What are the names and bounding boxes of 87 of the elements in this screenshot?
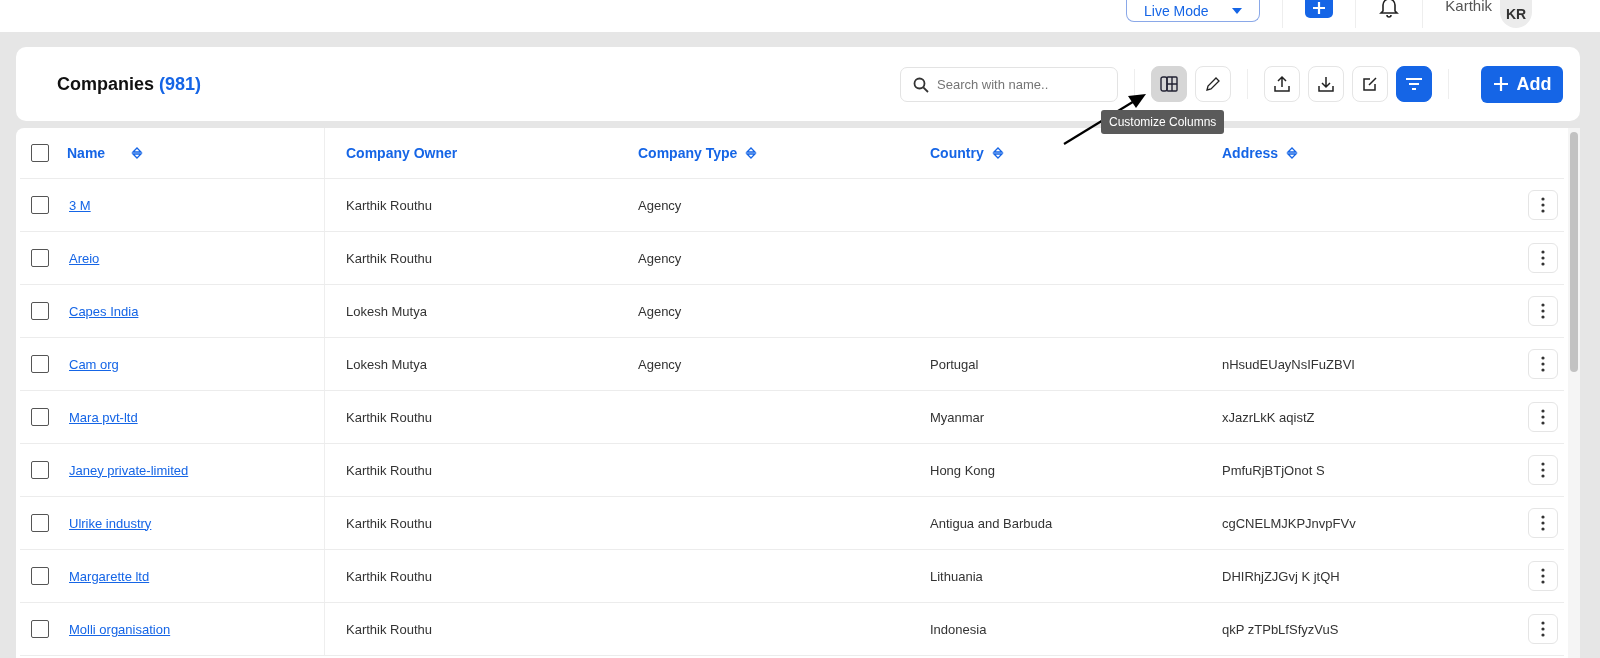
more-icon xyxy=(1541,197,1545,213)
table-cell: DHIRhjZJGvj K jtQH xyxy=(1222,568,1340,584)
more-icon xyxy=(1541,462,1545,478)
row-checkbox[interactable] xyxy=(31,514,49,532)
user-avatar[interactable]: KR xyxy=(1500,0,1532,28)
row-checkbox[interactable] xyxy=(31,620,49,638)
company-link[interactable]: 3 M xyxy=(69,197,91,213)
row-checkbox[interactable] xyxy=(31,249,49,267)
columns-icon xyxy=(1160,76,1178,92)
table-cell: PmfuRjBTjOnot S xyxy=(1222,462,1325,478)
download-button[interactable] xyxy=(1308,66,1344,102)
table-cell: Indonesia xyxy=(930,621,987,637)
upload-button[interactable] xyxy=(1264,66,1300,102)
table-cell: Agency xyxy=(638,197,682,213)
table-cell: nHsudEUayNsIFuZBVI xyxy=(1222,356,1355,372)
company-link[interactable]: Capes India xyxy=(69,303,139,319)
bell-icon[interactable] xyxy=(1378,0,1401,18)
more-icon xyxy=(1541,250,1545,266)
select-all-checkbox[interactable] xyxy=(31,144,49,162)
edit-button[interactable] xyxy=(1195,66,1231,102)
company-link[interactable]: Margarette ltd xyxy=(69,568,150,584)
more-icon xyxy=(1541,303,1545,319)
column-header[interactable]: Country xyxy=(930,145,984,161)
more-icon xyxy=(1541,409,1545,425)
filter-button[interactable] xyxy=(1396,66,1432,102)
search-field[interactable]: Search with name.. xyxy=(900,66,1118,102)
row-checkbox[interactable] xyxy=(31,567,49,585)
table-cell: Hong Kong xyxy=(930,462,996,478)
sort-icon[interactable] xyxy=(1286,146,1299,160)
table-cell: Karthik Routhu xyxy=(346,568,432,584)
more-icon xyxy=(1541,356,1545,372)
add-button[interactable]: Add xyxy=(1481,65,1563,103)
download-icon xyxy=(1317,75,1335,93)
column-header[interactable]: Company Owner xyxy=(346,145,458,161)
search-icon xyxy=(913,76,929,93)
company-link[interactable]: Molli organisation xyxy=(69,621,171,637)
table-cell: Portugal xyxy=(930,356,979,372)
row-checkbox[interactable] xyxy=(31,302,49,320)
column-header[interactable]: Company Type xyxy=(638,145,738,161)
table-cell: Karthik Routhu xyxy=(346,462,432,478)
upload-icon xyxy=(1273,75,1291,93)
company-link[interactable]: Areio xyxy=(69,250,100,266)
more-icon xyxy=(1541,568,1545,584)
row-checkbox[interactable] xyxy=(31,408,49,426)
table-cell: Karthik Routhu xyxy=(346,250,432,266)
customize-columns-button[interactable] xyxy=(1151,66,1187,102)
table-cell: Agency xyxy=(638,303,682,319)
table-cell: Antigua and Barbuda xyxy=(930,515,1053,531)
user-name: Karthik xyxy=(1445,0,1492,14)
caret-icon xyxy=(1230,6,1243,15)
plus-icon xyxy=(1312,1,1327,15)
scrollbar[interactable] xyxy=(1568,128,1580,658)
plus-icon xyxy=(1492,76,1509,92)
page-title: Companies (981) xyxy=(57,73,202,95)
more-icon xyxy=(1541,515,1545,531)
table-cell: Lokesh Mutya xyxy=(346,303,427,319)
row-checkbox[interactable] xyxy=(31,461,49,479)
tooltip: Customize Columns xyxy=(1101,110,1225,134)
table-cell: Agency xyxy=(638,356,682,372)
company-link[interactable]: Ulrike industry xyxy=(69,515,152,531)
more-icon xyxy=(1541,621,1545,637)
sort-icon[interactable] xyxy=(131,146,144,160)
table-cell: Lithuania xyxy=(930,568,983,584)
table-cell: Karthik Routhu xyxy=(346,197,432,213)
table-cell: xJazrLkK aqistZ xyxy=(1222,409,1315,425)
table-cell: cgCNELMJKPJnvpFVv xyxy=(1222,515,1356,531)
table-cell: Agency xyxy=(638,250,682,266)
table-cell: Myanmar xyxy=(930,409,985,425)
sort-icon[interactable] xyxy=(745,146,758,160)
pencil-icon xyxy=(1205,76,1221,92)
filter-icon xyxy=(1405,77,1423,91)
table-cell: qkP zTPbLfSfyzVuS xyxy=(1222,621,1339,637)
mode-dropdown[interactable]: Live Mode xyxy=(1126,0,1261,22)
table-cell: Karthik Routhu xyxy=(346,409,432,425)
company-link[interactable]: Cam org xyxy=(69,356,119,372)
column-header[interactable]: Name xyxy=(67,145,106,161)
column-header[interactable]: Address xyxy=(1222,145,1279,161)
table-cell: Lokesh Mutya xyxy=(346,356,427,372)
row-checkbox[interactable] xyxy=(31,355,49,373)
create-button[interactable] xyxy=(1305,0,1334,18)
table-cell: Karthik Routhu xyxy=(346,621,432,637)
row-checkbox[interactable] xyxy=(31,196,49,214)
company-link[interactable]: Mara pvt-ltd xyxy=(69,409,138,425)
sort-icon[interactable] xyxy=(991,146,1004,160)
company-link[interactable]: Janey private-limited xyxy=(69,462,189,478)
table-cell: Karthik Routhu xyxy=(346,515,432,531)
edit-square-button[interactable] xyxy=(1352,66,1388,102)
